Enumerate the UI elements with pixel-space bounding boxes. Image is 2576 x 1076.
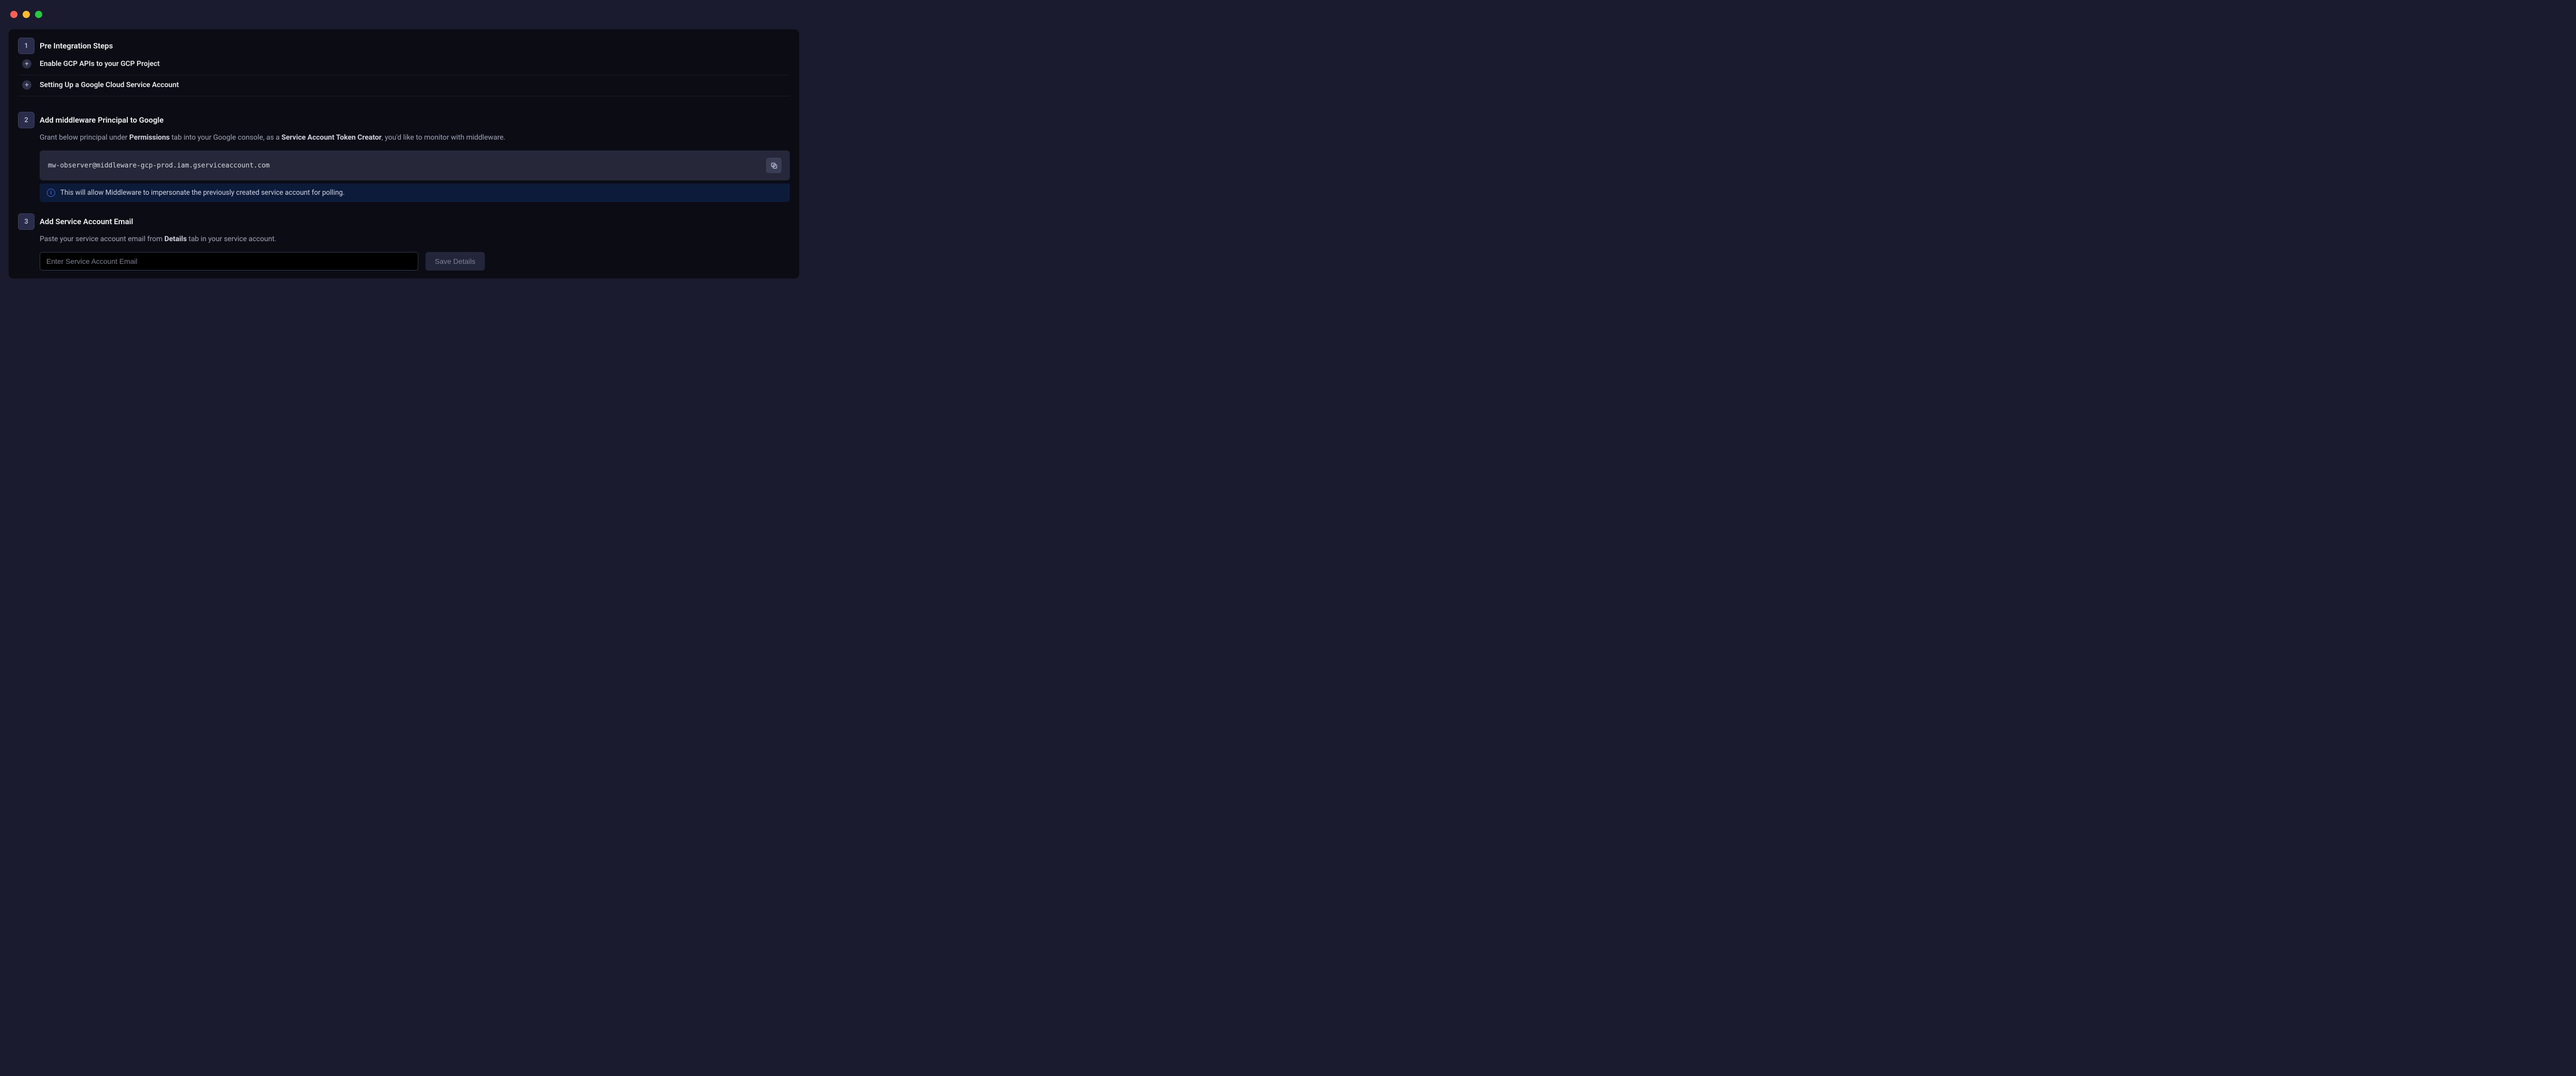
substep-service-account[interactable]: + Setting Up a Google Cloud Service Acco… — [18, 80, 790, 96]
maximize-window-button[interactable] — [35, 11, 42, 18]
app-window: 1 Pre Integration Steps + Enable GCP API… — [0, 0, 808, 287]
substep-service-account-title: Setting Up a Google Cloud Service Accoun… — [40, 80, 790, 90]
step-2-title: Add middleware Principal to Google — [40, 112, 790, 128]
step-3: 3 Add Service Account Email Paste your s… — [18, 213, 790, 271]
copy-button[interactable] — [766, 158, 782, 173]
step-1: 1 Pre Integration Steps — [18, 38, 790, 54]
info-banner: i This will allow Middleware to imperson… — [40, 183, 790, 202]
save-details-button[interactable]: Save Details — [426, 252, 485, 271]
step-badge-3: 3 — [18, 213, 35, 230]
step-badge-2: 2 — [18, 112, 35, 128]
step-3-title: Add Service Account Email — [40, 213, 790, 230]
step-badge-1: 1 — [18, 38, 35, 54]
titlebar — [0, 0, 808, 29]
copy-icon — [770, 162, 778, 170]
principal-value: mw-observer@middleware-gcp-prod.iam.gser… — [48, 162, 269, 170]
input-row: Save Details — [40, 252, 790, 271]
plus-icon[interactable]: + — [22, 80, 31, 90]
close-window-button[interactable] — [10, 11, 18, 18]
principal-code-block: mw-observer@middleware-gcp-prod.iam.gser… — [40, 150, 790, 180]
step-1-title: Pre Integration Steps — [40, 38, 790, 54]
info-icon: i — [47, 189, 55, 197]
step-2-description: Grant below principal under Permissions … — [40, 132, 790, 143]
step-3-description: Paste your service account email from De… — [40, 234, 790, 245]
substep-enable-apis[interactable]: + Enable GCP APIs to your GCP Project — [18, 59, 790, 75]
substep-enable-apis-title: Enable GCP APIs to your GCP Project — [40, 59, 790, 69]
plus-icon[interactable]: + — [22, 59, 31, 69]
content-panel: 1 Pre Integration Steps + Enable GCP API… — [8, 29, 800, 279]
step-2: 2 Add middleware Principal to Google Gra… — [18, 112, 790, 202]
info-text: This will allow Middleware to impersonat… — [60, 189, 345, 197]
minimize-window-button[interactable] — [23, 11, 30, 18]
service-account-email-input[interactable] — [40, 252, 418, 271]
